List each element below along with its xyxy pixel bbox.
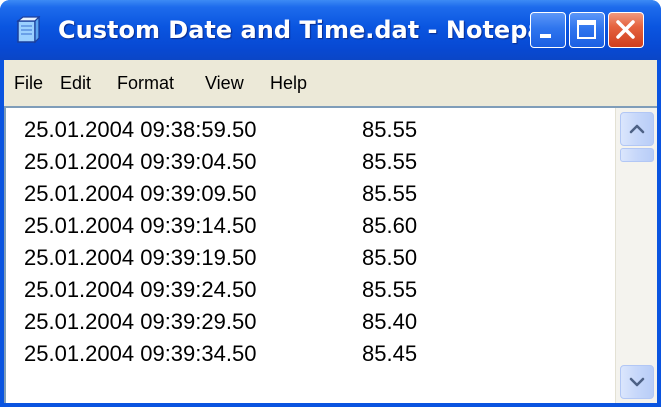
notepad-window: Custom Date and Time.dat - Notepad File … xyxy=(0,0,661,407)
value-text: 85.55 xyxy=(362,117,418,142)
timestamp-text: 25.01.2004 09:39:24.50 xyxy=(24,277,257,302)
value-text: 85.60 xyxy=(362,213,418,238)
scroll-up-button[interactable] xyxy=(620,112,654,146)
vertical-scrollbar[interactable] xyxy=(615,108,657,403)
value-text: 85.55 xyxy=(362,277,418,302)
notepad-icon[interactable] xyxy=(14,15,42,44)
maximize-icon xyxy=(577,20,596,39)
value-text: 85.45 xyxy=(362,341,418,366)
minimize-button[interactable] xyxy=(530,12,566,48)
timestamp-text: 25.01.2004 09:39:04.50 xyxy=(24,149,257,174)
timestamp-text: 25.01.2004 09:39:09.50 xyxy=(24,181,257,206)
menu-edit[interactable]: Edit xyxy=(60,60,91,106)
menu-view[interactable]: View xyxy=(205,60,244,106)
minimize-icon xyxy=(540,34,551,38)
maximize-button[interactable] xyxy=(569,12,605,48)
timestamp-text: 25.01.2004 09:39:14.50 xyxy=(24,213,257,238)
value-text: 85.55 xyxy=(362,149,418,174)
window-title: Custom Date and Time.dat - Notepad xyxy=(58,16,561,44)
menu-format[interactable]: Format xyxy=(117,60,174,106)
text-editor[interactable]: 25.01.2004 09:38:59.50 85.55 25.01.2004 … xyxy=(4,106,657,403)
timestamp-text: 25.01.2004 09:39:29.50 xyxy=(24,309,257,334)
chevron-down-icon xyxy=(629,377,645,387)
close-button[interactable] xyxy=(608,12,644,48)
value-text: 85.40 xyxy=(362,309,418,334)
chevron-up-icon xyxy=(629,124,645,134)
timestamp-text: 25.01.2004 09:39:34.50 xyxy=(24,341,257,366)
timestamp-text: 25.01.2004 09:38:59.50 xyxy=(24,117,257,142)
value-text: 85.50 xyxy=(362,245,418,270)
scroll-thumb[interactable] xyxy=(620,148,654,162)
value-text: 85.55 xyxy=(362,181,418,206)
title-bar[interactable]: Custom Date and Time.dat - Notepad xyxy=(0,0,661,60)
menu-file[interactable]: File xyxy=(14,60,43,106)
menu-bar: File Edit Format View Help xyxy=(4,60,657,106)
scroll-down-button[interactable] xyxy=(620,365,654,399)
close-icon xyxy=(616,20,635,39)
timestamp-text: 25.01.2004 09:39:19.50 xyxy=(24,245,257,270)
menu-help[interactable]: Help xyxy=(270,60,307,106)
